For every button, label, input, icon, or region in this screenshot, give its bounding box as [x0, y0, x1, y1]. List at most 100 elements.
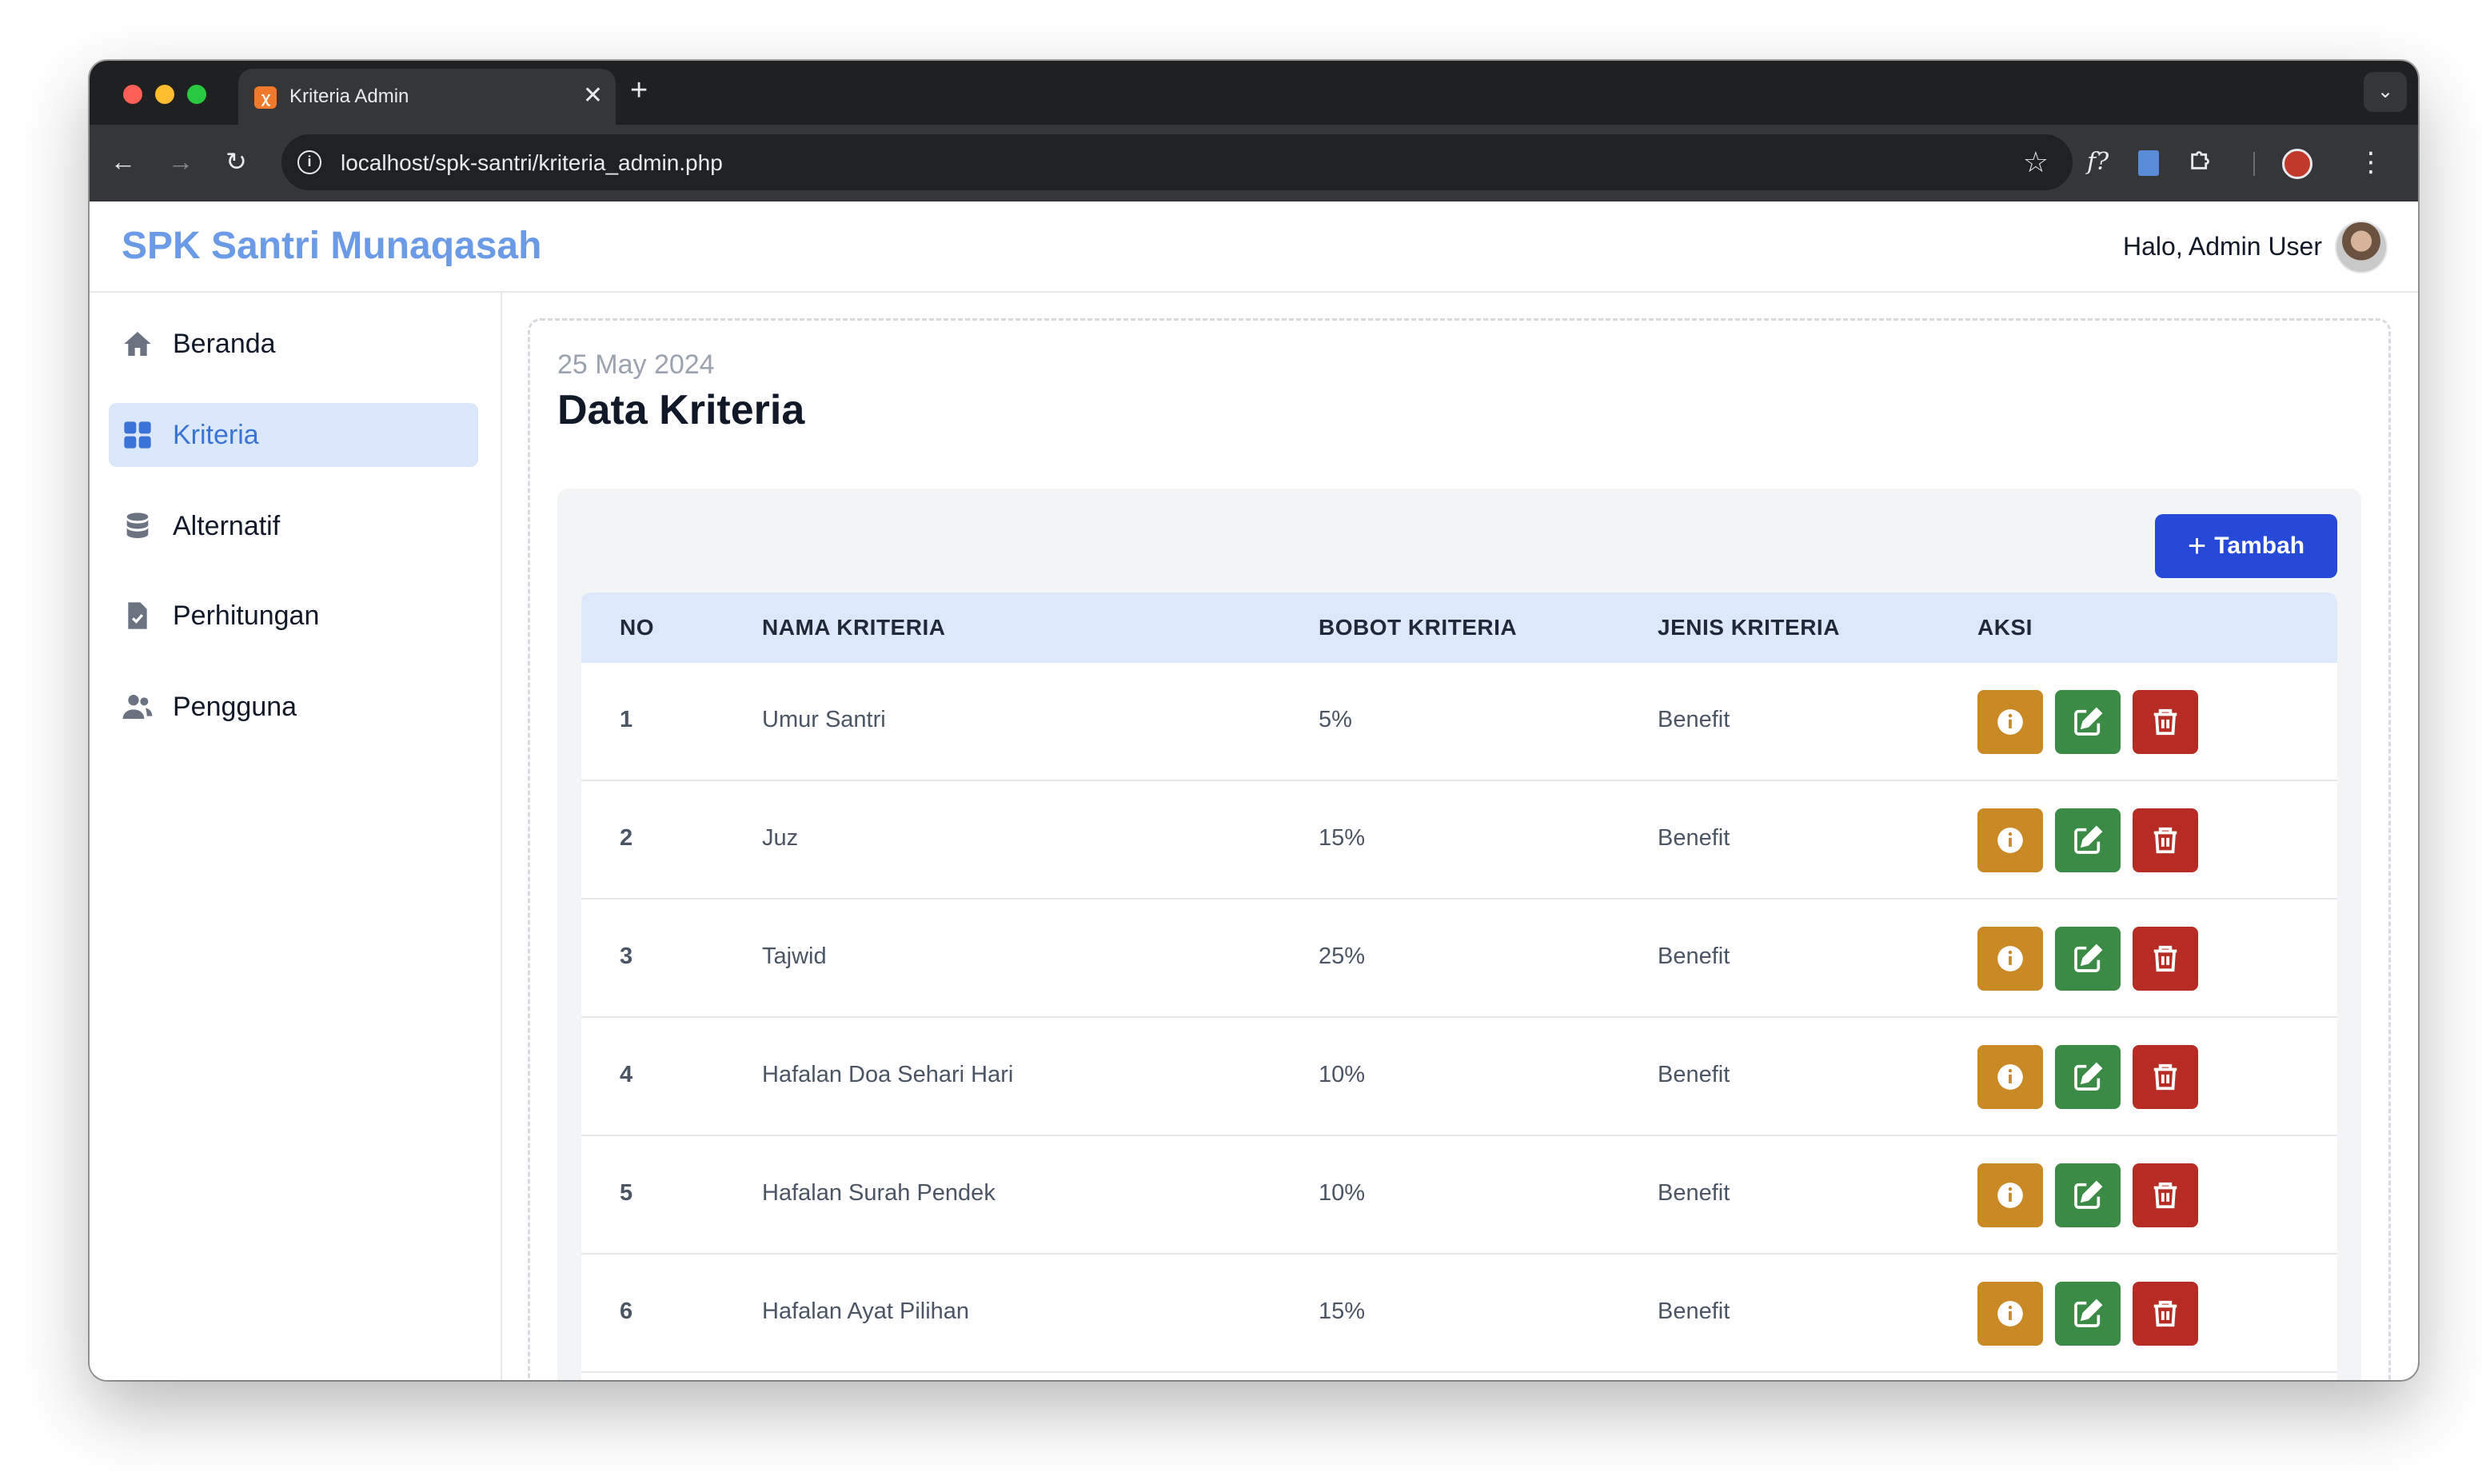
delete-button[interactable]	[2133, 1282, 2198, 1346]
address-bar[interactable]: i localhost/spk-santri/kriteria_admin.ph…	[281, 134, 2073, 190]
profile-avatar-icon[interactable]	[2282, 149, 2312, 179]
new-tab-icon[interactable]: +	[630, 72, 648, 109]
browser-menu-icon[interactable]: ⋮	[2357, 146, 2384, 179]
add-kriteria-button[interactable]: + Tambah	[2155, 514, 2337, 578]
column-header-jenis: JENIS KRITERIA	[1658, 615, 1840, 640]
sidebar-item-kriteria[interactable]: Kriteria	[109, 403, 478, 467]
bookmark-star-icon[interactable]: ☆	[2023, 146, 2049, 179]
sidebar-item-beranda[interactable]: Beranda	[109, 312, 478, 376]
minimize-window-button[interactable]	[155, 85, 174, 104]
home-icon	[124, 332, 151, 356]
detail-button[interactable]	[1977, 808, 2043, 872]
kriteria-table: NO NAMA KRITERIA BOBOT KRITERIA JENIS KR…	[581, 592, 2337, 1380]
add-button-label: Tambah	[2214, 533, 2305, 559]
sidebar-item-label: Perhitungan	[173, 600, 320, 631]
trash-icon	[2153, 945, 2177, 972]
delete-button[interactable]	[2133, 690, 2198, 754]
reload-icon[interactable]: ↻	[225, 146, 247, 178]
cell-no: 3	[620, 943, 633, 969]
plus-icon: +	[2187, 529, 2207, 564]
user-greeting: Halo, Admin User	[2123, 232, 2322, 261]
forward-arrow-icon[interactable]: →	[168, 146, 194, 178]
column-header-bobot: BOBOT KRITERIA	[1319, 615, 1518, 640]
edit-icon	[2074, 1062, 2103, 1091]
cell-nama: Umur Santri	[762, 707, 886, 732]
edit-button[interactable]	[2055, 927, 2121, 991]
sidebar-item-alternatif[interactable]: Alternatif	[109, 494, 478, 558]
extensions-puzzle-icon[interactable]	[2188, 146, 2215, 182]
edit-button[interactable]	[2055, 1163, 2121, 1227]
detail-button[interactable]	[1977, 1282, 2043, 1346]
tab-search-chevron-icon[interactable]: ⌄	[2364, 72, 2407, 112]
cell-jenis: Benefit	[1658, 943, 1730, 969]
table-row: 2 Juz 15% Benefit	[581, 781, 2337, 900]
edit-icon	[2074, 1180, 2103, 1209]
cell-no: 6	[620, 1298, 633, 1324]
trash-icon	[2153, 1182, 2177, 1209]
cell-jenis: Benefit	[1658, 707, 1730, 732]
info-icon	[1997, 709, 2023, 735]
cell-bobot: 15%	[1319, 1298, 1366, 1324]
cell-no: 4	[620, 1062, 633, 1087]
detail-button[interactable]	[1977, 1045, 2043, 1109]
cell-jenis: Benefit	[1658, 1180, 1730, 1206]
close-window-button[interactable]	[123, 85, 142, 104]
edit-icon	[2074, 1298, 2103, 1327]
column-header-aksi: AKSI	[1977, 615, 2033, 640]
cell-no: 1	[620, 707, 633, 732]
info-icon	[1997, 1064, 2023, 1090]
browser-tab[interactable]: ꭓ Kriteria Admin ✕	[238, 69, 616, 125]
edit-icon	[2074, 943, 2103, 972]
edit-button[interactable]	[2055, 690, 2121, 754]
table-row: 6 Hafalan Ayat Pilihan 15% Benefit	[581, 1255, 2337, 1373]
info-icon	[1997, 828, 2023, 853]
page-title: Data Kriteria	[557, 387, 805, 433]
sidebar: Beranda Kriteria Alternatif Perhitungan …	[90, 293, 502, 1380]
table-row: 4 Hafalan Doa Sehari Hari 10% Benefit	[581, 1018, 2337, 1136]
delete-button[interactable]	[2133, 808, 2198, 872]
cell-no: 2	[620, 825, 633, 851]
edit-button[interactable]	[2055, 808, 2121, 872]
info-icon	[1997, 1183, 2023, 1208]
cell-jenis: Benefit	[1658, 1298, 1730, 1324]
user-avatar[interactable]	[2335, 221, 2388, 273]
info-icon	[1997, 946, 2023, 971]
cell-nama: Hafalan Ayat Pilihan	[762, 1298, 970, 1324]
extension-document-icon[interactable]	[2138, 150, 2159, 176]
url-text[interactable]: localhost/spk-santri/kriteria_admin.php	[341, 150, 723, 176]
site-info-icon[interactable]: i	[297, 150, 321, 174]
trash-icon	[2153, 708, 2177, 736]
trash-icon	[2153, 827, 2177, 854]
browser-toolbar: ← → ↻ i localhost/spk-santri/kriteria_ad…	[90, 125, 2418, 201]
cell-nama: Hafalan Surah Pendek	[762, 1180, 996, 1206]
current-date: 25 May 2024	[557, 349, 715, 380]
cell-jenis: Benefit	[1658, 825, 1730, 851]
cell-bobot: 5%	[1319, 707, 1352, 732]
brand-title[interactable]: SPK Santri Munaqasah	[122, 224, 541, 268]
edit-button[interactable]	[2055, 1282, 2121, 1346]
delete-button[interactable]	[2133, 927, 2198, 991]
delete-button[interactable]	[2133, 1045, 2198, 1109]
delete-button[interactable]	[2133, 1163, 2198, 1227]
detail-button[interactable]	[1977, 927, 2043, 991]
sidebar-item-perhitungan[interactable]: Perhitungan	[109, 584, 478, 648]
edit-icon	[2074, 825, 2103, 854]
trash-icon	[2153, 1063, 2177, 1091]
table-header: NO NAMA KRITERIA BOBOT KRITERIA JENIS KR…	[581, 592, 2337, 663]
tab-close-icon[interactable]: ✕	[583, 80, 603, 112]
browser-window: ꭓ Kriteria Admin ✕ + ⌄ ← → ↻ i localhost…	[90, 61, 2418, 1380]
cell-nama: Hafalan Doa Sehari Hari	[762, 1062, 1014, 1087]
users-icon	[122, 695, 153, 719]
edit-button[interactable]	[2055, 1045, 2121, 1109]
cell-bobot: 10%	[1319, 1180, 1366, 1206]
back-arrow-icon[interactable]: ←	[110, 146, 136, 178]
extension-fx-icon[interactable]: f?	[2087, 146, 2109, 179]
xampp-favicon-icon: ꭓ	[254, 86, 277, 109]
cell-no: 5	[620, 1180, 633, 1206]
detail-button[interactable]	[1977, 690, 2043, 754]
cell-nama: Tajwid	[762, 943, 827, 969]
maximize-window-button[interactable]	[187, 85, 206, 104]
detail-button[interactable]	[1977, 1163, 2043, 1227]
sidebar-item-pengguna[interactable]: Pengguna	[109, 675, 478, 739]
edit-icon	[2074, 707, 2103, 736]
